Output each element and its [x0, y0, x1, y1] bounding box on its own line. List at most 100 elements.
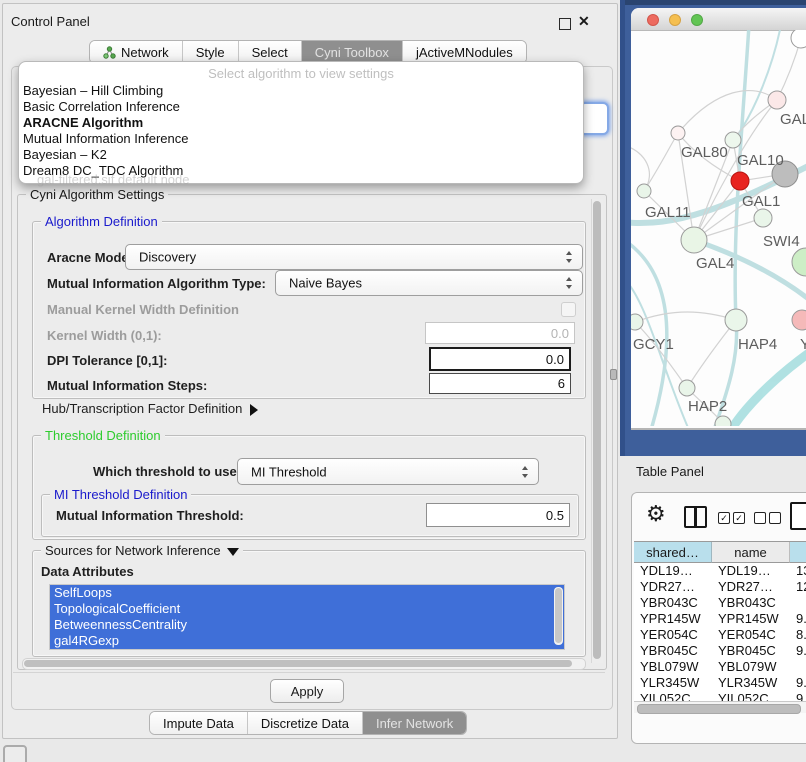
- dropdown-item-aracne[interactable]: ARACNE Algorithm: [23, 115, 143, 131]
- node-y-partial[interactable]: [792, 310, 806, 330]
- network-canvas[interactable]: GAL GAL80 GAL10 GAL1 GAL11 SWI4 GAL4 GCY…: [631, 30, 806, 426]
- collapse-arrow-icon[interactable]: [227, 548, 239, 556]
- column-header-shared[interactable]: shared…: [634, 542, 712, 563]
- settings-vertical-scrollbar[interactable]: [591, 199, 603, 663]
- close-window-icon[interactable]: [647, 14, 659, 26]
- tab-select[interactable]: Select: [238, 41, 301, 63]
- table-row[interactable]: YDL19… YDL19… 13: [634, 563, 806, 579]
- node-partial-right[interactable]: [792, 248, 806, 276]
- table-row[interactable]: YPR145W YPR145W 9.: [634, 611, 806, 627]
- attribute-item[interactable]: gal4RGexp: [50, 633, 564, 649]
- algorithm-dropdown[interactable]: Select algorithm to view settings Bayesi…: [18, 61, 584, 184]
- float-panel-icon[interactable]: [559, 18, 571, 30]
- tab-network[interactable]: Network: [90, 41, 182, 63]
- attribute-item[interactable]: TopologicalCoefficient: [50, 601, 564, 617]
- table-row[interactable]: YLR345W YLR345W 9.: [634, 675, 806, 691]
- minimize-window-icon[interactable]: [669, 14, 681, 26]
- tab-infer-network[interactable]: Infer Network: [362, 712, 466, 734]
- checked-checkbox-icon[interactable]: ✓: [718, 512, 730, 524]
- node-label: GAL: [780, 111, 806, 128]
- tab-cyni-toolbox[interactable]: Cyni Toolbox: [301, 41, 402, 63]
- stepper-arrows-icon: [522, 466, 529, 478]
- mi-threshold-definition-group: MI Threshold Definition Mutual Informati…: [41, 494, 579, 537]
- settings-group-title: Cyni Algorithm Settings: [26, 187, 168, 202]
- aracne-mode-combo[interactable]: Discovery: [125, 244, 583, 270]
- node-gcy1[interactable]: [631, 314, 643, 330]
- threshold-definition-group: Threshold Definition Which threshold to …: [32, 435, 586, 540]
- node-gal80[interactable]: [671, 126, 685, 140]
- splitter-grip[interactable]: [610, 369, 617, 380]
- node-gal1-selected[interactable]: [731, 172, 749, 190]
- table-row[interactable]: YBR045C YBR045C 9.: [634, 643, 806, 659]
- control-panel-title: Control Panel: [11, 14, 90, 29]
- column-header-partial[interactable]: [790, 542, 806, 563]
- attribute-item[interactable]: BetweennessCentrality: [50, 617, 564, 633]
- tab-network-label: Network: [121, 45, 169, 60]
- mi-threshold-label: Mutual Information Threshold:: [56, 508, 244, 523]
- node-hap4[interactable]: [725, 309, 747, 331]
- mi-algorithm-type-label: Mutual Information Algorithm Type:: [47, 276, 266, 291]
- node-gal4[interactable]: [681, 227, 707, 253]
- node-swi4[interactable]: [754, 209, 772, 227]
- node-label: GAL80: [681, 144, 728, 161]
- mi-algorithm-type-combo[interactable]: Naive Bayes: [275, 270, 583, 296]
- node-hap2[interactable]: [679, 380, 695, 396]
- node-label: HAP4: [738, 336, 777, 353]
- settings-horizontal-scrollbar[interactable]: [22, 658, 586, 670]
- mi-threshold-field[interactable]: 0.5: [426, 503, 570, 527]
- dpi-tolerance-label: DPI Tolerance [0,1]:: [47, 353, 167, 368]
- network-labels: GAL GAL80 GAL10 GAL1 GAL11 SWI4 GAL4 GCY…: [633, 111, 806, 415]
- tab-jactivemnodules[interactable]: jActiveMNodules: [402, 41, 526, 63]
- document-icon[interactable]: [790, 502, 806, 530]
- zoom-window-icon[interactable]: [691, 14, 703, 26]
- close-icon[interactable]: ✕: [578, 13, 590, 30]
- attribute-list-scrollbar[interactable]: [554, 587, 563, 645]
- table-horizontal-scrollbar[interactable]: [634, 701, 806, 713]
- data-attributes-label: Data Attributes: [41, 564, 134, 579]
- tab-discretize-data[interactable]: Discretize Data: [247, 712, 362, 734]
- columns-icon[interactable]: [684, 506, 707, 528]
- divider: [13, 672, 605, 673]
- tab-impute-data[interactable]: Impute Data: [150, 712, 247, 734]
- hub-tf-definition-row[interactable]: Hub/Transcription Factor Definition: [42, 401, 258, 416]
- ghost-combo-text: gal-filtered.sif default node: [37, 172, 189, 187]
- dpi-tolerance-field[interactable]: 0.0: [429, 347, 571, 371]
- bottom-tabbar: Impute Data Discretize Data Infer Networ…: [149, 711, 467, 735]
- kernel-width-field[interactable]: 0.0: [425, 322, 575, 344]
- node-partial-top[interactable]: [791, 30, 806, 48]
- table-row[interactable]: YBL079W YBL079W: [634, 659, 806, 675]
- gear-icon[interactable]: ⚙: [646, 501, 666, 527]
- network-window-titlebar[interactable]: [631, 8, 806, 31]
- dropdown-item[interactable]: Bayesian – K2: [23, 147, 107, 163]
- kernel-width-label: Kernel Width (0,1):: [47, 328, 162, 343]
- dropdown-item[interactable]: Mutual Information Inference: [23, 131, 188, 147]
- threshold-definition-title: Threshold Definition: [41, 428, 165, 443]
- cyni-algorithm-settings-group: Cyni Algorithm Settings Algorithm Defini…: [17, 194, 607, 670]
- column-header-name[interactable]: name: [712, 542, 790, 563]
- algorithm-definition-title: Algorithm Definition: [41, 214, 162, 229]
- attribute-item[interactable]: SelfLoops: [50, 585, 564, 601]
- sources-group-title[interactable]: Sources for Network Inference: [41, 543, 243, 558]
- node-gal-partial[interactable]: [768, 91, 786, 109]
- expand-arrow-icon[interactable]: [250, 404, 258, 416]
- unchecked-checkbox-icon[interactable]: [769, 512, 781, 524]
- dropdown-item[interactable]: Basic Correlation Inference: [23, 99, 180, 115]
- which-threshold-combo[interactable]: MI Threshold: [237, 458, 539, 485]
- unchecked-checkbox-icon[interactable]: [754, 512, 766, 524]
- checked-checkbox-icon[interactable]: ✓: [733, 512, 745, 524]
- data-attributes-list[interactable]: SelfLoops TopologicalCoefficient Between…: [49, 584, 565, 650]
- dropdown-item[interactable]: Bayesian – Hill Climbing: [23, 83, 163, 99]
- mi-algorithm-type-value: Naive Bayes: [289, 276, 362, 291]
- node-gal11[interactable]: [637, 184, 651, 198]
- node-label: GAL10: [737, 152, 784, 169]
- table-row[interactable]: YER054C YER054C 8.: [634, 627, 806, 643]
- mi-steps-field[interactable]: 6: [429, 373, 571, 394]
- mini-corner-button[interactable]: [3, 745, 27, 762]
- apply-button[interactable]: Apply: [270, 679, 344, 703]
- manual-kernel-width-checkbox[interactable]: [561, 302, 576, 317]
- node-table[interactable]: shared… name YDL19… YDL19… 13 YDR27… YDR…: [634, 541, 806, 705]
- node-label: SWI4: [763, 233, 800, 250]
- table-row[interactable]: YDR27… YDR27… 12: [634, 579, 806, 595]
- tab-style[interactable]: Style: [182, 41, 238, 63]
- table-row[interactable]: YBR043C YBR043C: [634, 595, 806, 611]
